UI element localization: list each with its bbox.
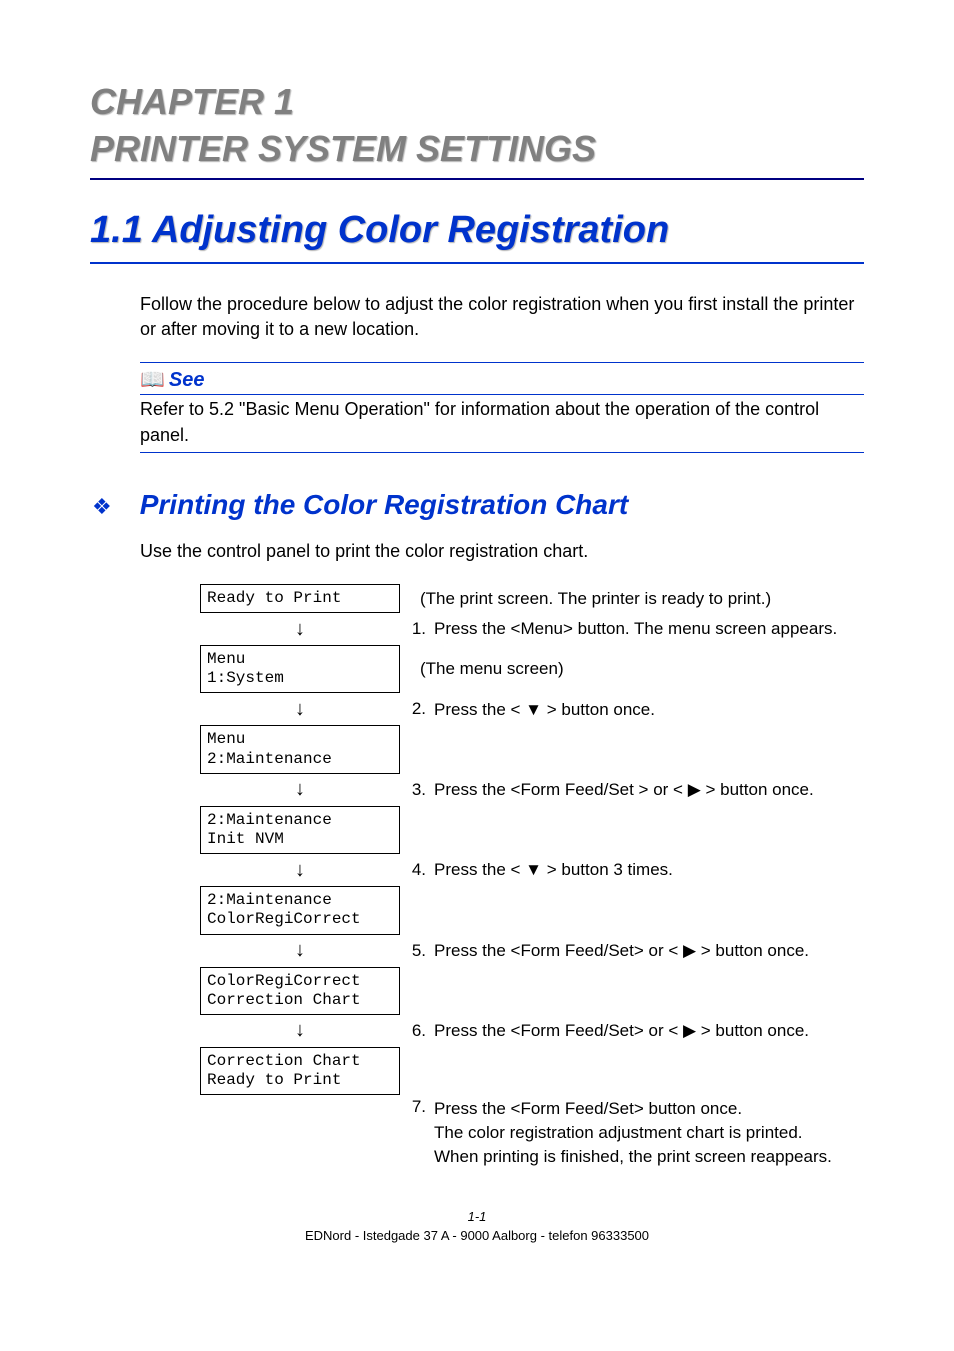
arrow-row-3: ↓ 3. Press the <Form Feed/Set > or < ▶ >… — [200, 776, 864, 804]
down-arrow-icon: ↓ — [200, 778, 400, 801]
step-number-7: 7. — [400, 1097, 426, 1117]
book-icon: 📖 — [140, 369, 165, 391]
step-text-5: Press the <Form Feed/Set> or < ▶ > butto… — [434, 939, 809, 963]
steps-container: Ready to Print (The print screen. The pr… — [200, 584, 864, 1169]
arrow-row-6: ↓ 6. Press the <Form Feed/Set> or < ▶ > … — [200, 1017, 864, 1045]
see-header: 📖See — [140, 367, 864, 395]
arrow-row-2: ↓ 2. Press the < ▼ > button once. — [200, 695, 864, 723]
see-label: See — [169, 369, 205, 391]
page-container: CHAPTER 1 PRINTER SYSTEM SETTINGS 1.1 Ad… — [0, 0, 954, 1283]
step7-line3: When printing is finished, the print scr… — [434, 1147, 832, 1166]
step7-line2: The color registration adjustment chart … — [434, 1123, 803, 1142]
step-number-5: 5. — [400, 941, 426, 961]
lcd-row-4: 2:Maintenance ColorRegiCorrect — [200, 886, 864, 934]
see-body: Refer to 5.2 "Basic Menu Operation" for … — [140, 397, 864, 447]
chapter-line1: CHAPTER 1 — [90, 80, 864, 123]
step-number-2: 2. — [400, 699, 426, 719]
lcd-display: 2:Maintenance ColorRegiCorrect — [200, 886, 400, 934]
step-text-4: Press the < ▼ > button 3 times. — [434, 858, 673, 882]
down-arrow-icon: ↓ — [200, 618, 400, 641]
lcd-row-5: ColorRegiCorrect Correction Chart — [200, 967, 864, 1015]
step-text-1: Press the <Menu> button. The menu screen… — [434, 617, 837, 641]
lcd-note-1: (The menu screen) — [420, 659, 564, 679]
subsection-row: ❖ Printing the Color Registration Chart — [90, 489, 864, 521]
page-footer: EDNord - Istedgade 37 A - 9000 Aalborg -… — [90, 1228, 864, 1243]
section-underline — [90, 262, 864, 264]
step-text-6: Press the <Form Feed/Set> or < ▶ > butto… — [434, 1019, 809, 1043]
step-number-4: 4. — [400, 860, 426, 880]
arrow-row-1: ↓ 1. Press the <Menu> button. The menu s… — [200, 615, 864, 643]
lcd-display: Menu 2:Maintenance — [200, 725, 400, 773]
see-block: 📖See Refer to 5.2 "Basic Menu Operation"… — [140, 362, 864, 452]
lcd-note-0: (The print screen. The printer is ready … — [420, 589, 771, 609]
lcd-row-3: 2:Maintenance Init NVM — [200, 806, 864, 854]
down-arrow-icon: ↓ — [200, 939, 400, 962]
step-text-7: Press the <Form Feed/Set> button once. T… — [434, 1097, 832, 1168]
lcd-display: Correction Chart Ready to Print — [200, 1047, 400, 1095]
lcd-display: ColorRegiCorrect Correction Chart — [200, 967, 400, 1015]
down-arrow-icon: ↓ — [200, 859, 400, 882]
lcd-row-6: Correction Chart Ready to Print — [200, 1047, 864, 1095]
subsection-title: Printing the Color Registration Chart — [140, 489, 628, 521]
arrow-row-5: ↓ 5. Press the <Form Feed/Set> or < ▶ > … — [200, 937, 864, 965]
step-text-2: Press the < ▼ > button once. — [434, 698, 655, 722]
lcd-row-2: Menu 2:Maintenance — [200, 725, 864, 773]
lcd-display: Menu 1:System — [200, 645, 400, 693]
down-arrow-icon: ↓ — [200, 1019, 400, 1042]
lcd-row-0: Ready to Print (The print screen. The pr… — [200, 584, 864, 613]
step-row-7: 7. Press the <Form Feed/Set> button once… — [200, 1097, 864, 1168]
step-number-3: 3. — [400, 780, 426, 800]
lcd-row-1: Menu 1:System (The menu screen) — [200, 645, 864, 693]
step-number-1: 1. — [400, 619, 426, 639]
chapter-divider — [90, 178, 864, 180]
step-number-6: 6. — [400, 1021, 426, 1041]
step-text-3: Press the <Form Feed/Set > or < ▶ > butt… — [434, 778, 814, 802]
arrow-row-4: ↓ 4. Press the < ▼ > button 3 times. — [200, 856, 864, 884]
section-title: 1.1 Adjusting Color Registration — [90, 208, 864, 254]
lcd-display: 2:Maintenance Init NVM — [200, 806, 400, 854]
page-number: 1-1 — [90, 1209, 864, 1224]
lcd-display: Ready to Print — [200, 584, 400, 613]
step7-line1: Press the <Form Feed/Set> button once. — [434, 1099, 742, 1118]
diamond-icon: ❖ — [92, 494, 112, 520]
subsection-intro: Use the control panel to print the color… — [140, 539, 864, 564]
down-arrow-icon: ↓ — [200, 698, 400, 721]
section-intro: Follow the procedure below to adjust the… — [140, 292, 864, 342]
chapter-line2: PRINTER SYSTEM SETTINGS — [90, 127, 864, 170]
